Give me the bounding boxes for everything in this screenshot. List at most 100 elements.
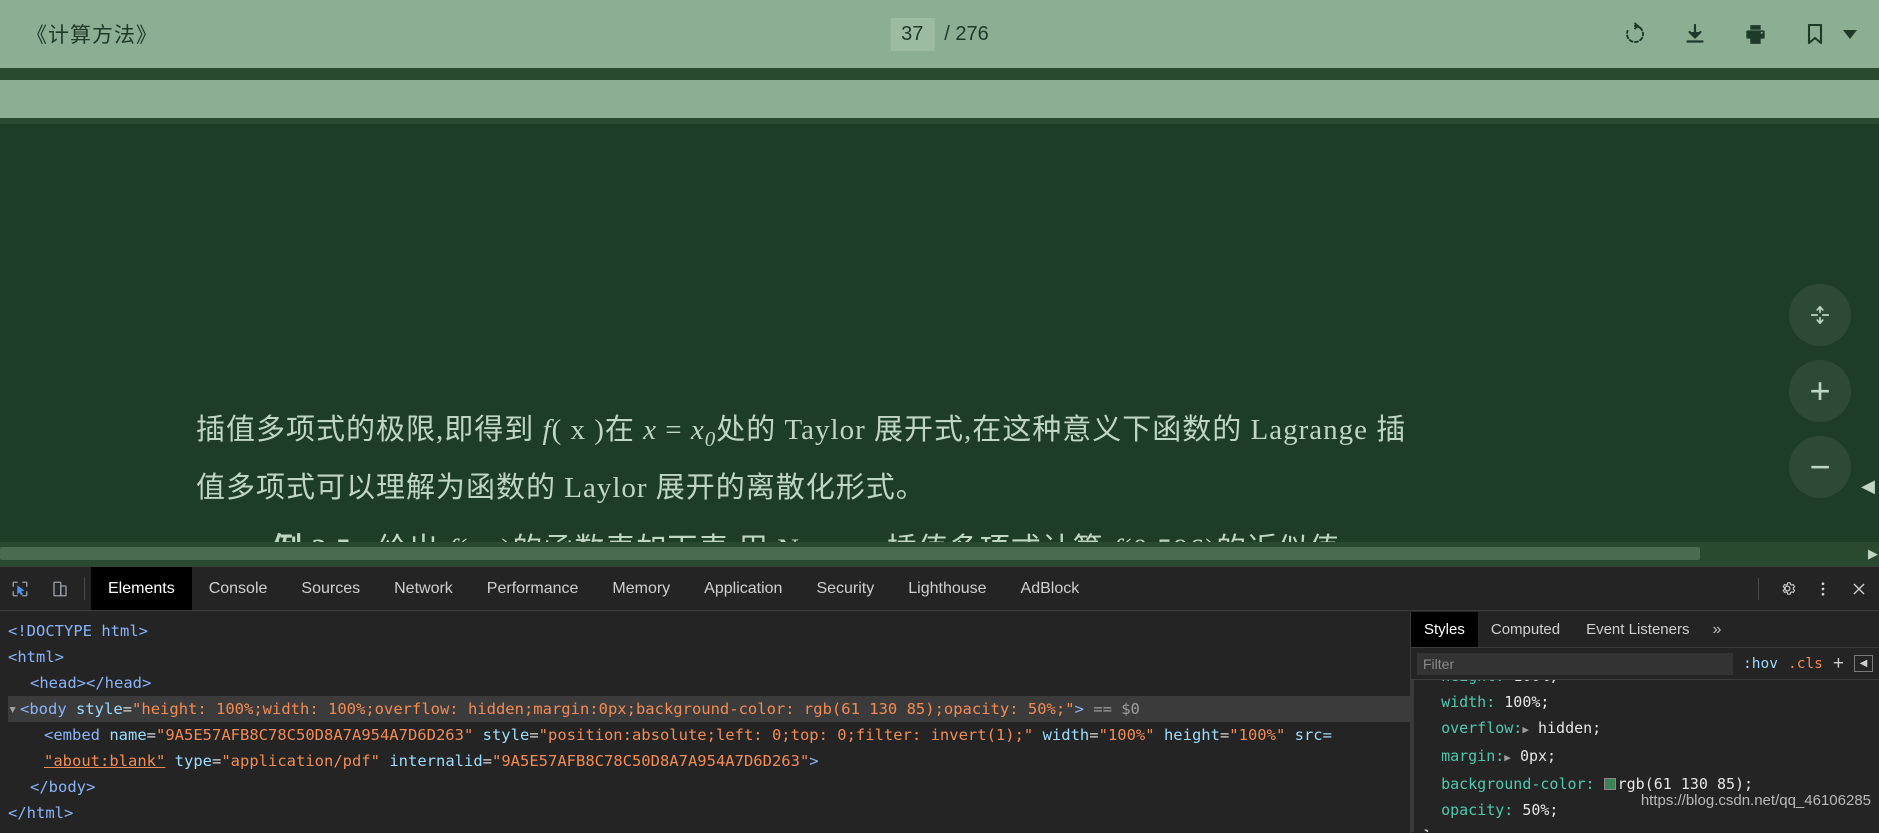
style-property-name: background-color: bbox=[1441, 775, 1595, 793]
pdf-side-scroll-arrow[interactable]: ◀ bbox=[1861, 476, 1875, 497]
tab-network[interactable]: Network bbox=[377, 567, 470, 610]
style-property-value[interactable]: rgb(61 130 85); bbox=[1618, 775, 1753, 793]
dom-line-body-close[interactable]: </body> bbox=[8, 774, 1410, 800]
dom-embed-close-bracket: > bbox=[809, 752, 819, 770]
pdf-line1-eq: = bbox=[657, 414, 691, 446]
zoom-in-button[interactable]: + bbox=[1789, 360, 1851, 422]
rotate-icon[interactable] bbox=[1621, 20, 1649, 48]
dom-line-embed-cont[interactable]: "about:blank" type="application/pdf" int… bbox=[8, 748, 1410, 774]
expand-triangle-icon[interactable]: ▾ bbox=[8, 696, 20, 722]
dom-body-tag: <body bbox=[20, 700, 67, 718]
tab-console[interactable]: Console bbox=[192, 567, 285, 610]
dom-line-body[interactable]: ▾ <body style="height: 100%;width: 100%;o… bbox=[8, 696, 1410, 722]
close-icon[interactable] bbox=[1843, 573, 1875, 605]
dom-line-head[interactable]: <head></head> bbox=[8, 670, 1410, 696]
more-vertical-icon[interactable] bbox=[1807, 573, 1839, 605]
dom-embed-height-value: "100%" bbox=[1229, 726, 1286, 744]
tab-application[interactable]: Application bbox=[687, 567, 799, 610]
inspect-element-icon[interactable] bbox=[0, 567, 40, 610]
dom-line-embed[interactable]: <embed name="9A5E57AFB8C78C50D8A7A954A7D… bbox=[8, 722, 1410, 748]
dom-tree[interactable]: <!DOCTYPE html> <html> <head></head> ▾ <b… bbox=[0, 612, 1410, 833]
dom-html-close-text: </html> bbox=[8, 804, 74, 822]
tab-memory[interactable]: Memory bbox=[595, 567, 687, 610]
tab-sources[interactable]: Sources bbox=[284, 567, 377, 610]
zoom-out-button[interactable]: − bbox=[1789, 436, 1851, 498]
hover-state-button[interactable]: :hov bbox=[1743, 656, 1778, 672]
pdf-horizontal-scrollbar[interactable]: ▶ bbox=[0, 542, 1879, 566]
bookmark-icon[interactable] bbox=[1801, 20, 1829, 48]
tab-computed[interactable]: Computed bbox=[1478, 612, 1573, 647]
settings-gear-icon[interactable] bbox=[1771, 573, 1803, 605]
tab-styles[interactable]: Styles bbox=[1411, 612, 1478, 647]
color-swatch-icon[interactable] bbox=[1603, 778, 1616, 790]
dom-line-html-close[interactable]: </html> bbox=[8, 800, 1410, 826]
chevron-right-double-icon[interactable]: » bbox=[1702, 612, 1731, 647]
style-declaration[interactable]: width: 100%; bbox=[1423, 689, 1879, 715]
style-property-value[interactable]: 50%; bbox=[1522, 801, 1558, 819]
style-property-name: overflow: bbox=[1441, 719, 1523, 737]
style-property-name: margin: bbox=[1441, 747, 1505, 765]
scroll-right-arrow[interactable]: ▶ bbox=[1862, 546, 1879, 562]
style-property-value[interactable]: 100%; bbox=[1504, 693, 1549, 711]
disclosure-triangle-icon[interactable]: ▶ bbox=[1522, 723, 1529, 736]
dom-embed-width-attr: width bbox=[1042, 726, 1090, 744]
pdf-line1-part-c: 处的 Taylor 展开式,在这种意义下函数的 Lagrange 插 bbox=[716, 414, 1407, 446]
style-property-value[interactable]: 0px; bbox=[1520, 747, 1556, 765]
dom-embed-src-value[interactable]: "about:blank" bbox=[44, 752, 165, 770]
dom-line-html-open[interactable]: <html> bbox=[8, 644, 1410, 670]
closing-brace-text: } bbox=[1423, 827, 1432, 832]
page-number-input[interactable] bbox=[890, 17, 935, 51]
tab-performance[interactable]: Performance bbox=[470, 567, 596, 610]
new-style-rule-button[interactable]: + bbox=[1833, 653, 1844, 675]
element-classes-button[interactable]: .cls bbox=[1788, 656, 1823, 672]
style-property-value[interactable]: hidden; bbox=[1538, 719, 1601, 737]
dom-head-text: <head></head> bbox=[30, 674, 152, 692]
tab-lighthouse[interactable]: Lighthouse bbox=[891, 567, 1003, 610]
tab-security[interactable]: Security bbox=[799, 567, 891, 610]
fit-to-page-button[interactable] bbox=[1789, 284, 1851, 346]
download-icon[interactable] bbox=[1681, 20, 1709, 48]
device-toolbar-icon[interactable] bbox=[40, 567, 80, 610]
styles-pane: Styles Computed Event Listeners » :hov .… bbox=[1410, 612, 1879, 833]
pdf-zoom-controls: + − bbox=[1789, 284, 1851, 498]
zoom-in-label: + bbox=[1809, 370, 1831, 411]
pdf-example-part-b: ( x )的函数表如下表,用 Newton 插值多项式计算 bbox=[457, 533, 1112, 542]
styles-rule-list[interactable]: height: 100%; width: 100%; overflow:▶ hi… bbox=[1411, 680, 1879, 832]
disclosure-triangle-icon[interactable]: ▶ bbox=[1504, 751, 1511, 764]
style-declaration[interactable]: margin:▶ 0px; bbox=[1423, 743, 1879, 771]
pdf-page-canvas: 插值多项式的极限,即得到 f( x )在 x = x0处的 Taylor 展开式… bbox=[0, 124, 1879, 542]
pdf-document-title: 《计算方法》 bbox=[26, 24, 158, 47]
pdf-line1-x: x bbox=[643, 414, 658, 446]
dom-embed-type-attr: type bbox=[174, 752, 212, 770]
pdf-text-line-1: 插值多项式的极限,即得到 f( x )在 x = x0处的 Taylor 展开式… bbox=[196, 406, 1406, 452]
zoom-out-label: − bbox=[1809, 446, 1831, 487]
dom-line-doctype[interactable]: <!DOCTYPE html> bbox=[8, 618, 1410, 644]
dom-embed-name-attr: name bbox=[109, 726, 147, 744]
style-declaration[interactable]: height: 100%; bbox=[1423, 680, 1879, 689]
styles-pane-tabs: Styles Computed Event Listeners » bbox=[1411, 612, 1879, 648]
devtools-tabbar-actions bbox=[1750, 567, 1879, 610]
pdf-example-part-c: (0.596)的近似值。 bbox=[1122, 533, 1371, 542]
toolbar-divider bbox=[1758, 577, 1759, 600]
style-declaration[interactable]: overflow:▶ hidden; bbox=[1423, 715, 1879, 743]
styles-filter-bar: :hov .cls + ◀ bbox=[1411, 648, 1879, 680]
dom-embed-width-value: "100%" bbox=[1098, 726, 1155, 744]
pdf-toolbar: 《计算方法》 / 276 bbox=[0, 0, 1879, 68]
pdf-scrollbar-thumb[interactable] bbox=[0, 547, 1700, 560]
tab-adblock[interactable]: AdBlock bbox=[1004, 567, 1097, 610]
pdf-line1-part-b: ( x )在 bbox=[551, 414, 644, 446]
tab-event-listeners[interactable]: Event Listeners bbox=[1573, 612, 1702, 647]
style-rule-closing-brace: } bbox=[1423, 823, 1879, 832]
dom-body-close-text: </body> bbox=[30, 778, 96, 796]
dom-body-close-bracket: > bbox=[1074, 700, 1084, 718]
style-property-value[interactable]: 100%; bbox=[1513, 680, 1558, 685]
chevron-down-icon[interactable] bbox=[1843, 29, 1857, 39]
dom-embed-style-attr: style bbox=[482, 726, 530, 744]
dom-doctype-text: <!DOCTYPE html> bbox=[8, 622, 148, 640]
print-icon[interactable] bbox=[1741, 20, 1769, 48]
pdf-line1-x0-subscript: 0 bbox=[704, 426, 717, 451]
tab-elements[interactable]: Elements bbox=[91, 567, 192, 610]
styles-filter-input[interactable] bbox=[1417, 652, 1734, 675]
toggle-sidebar-icon[interactable]: ◀ bbox=[1854, 655, 1873, 672]
style-property-name: height: bbox=[1441, 680, 1504, 685]
